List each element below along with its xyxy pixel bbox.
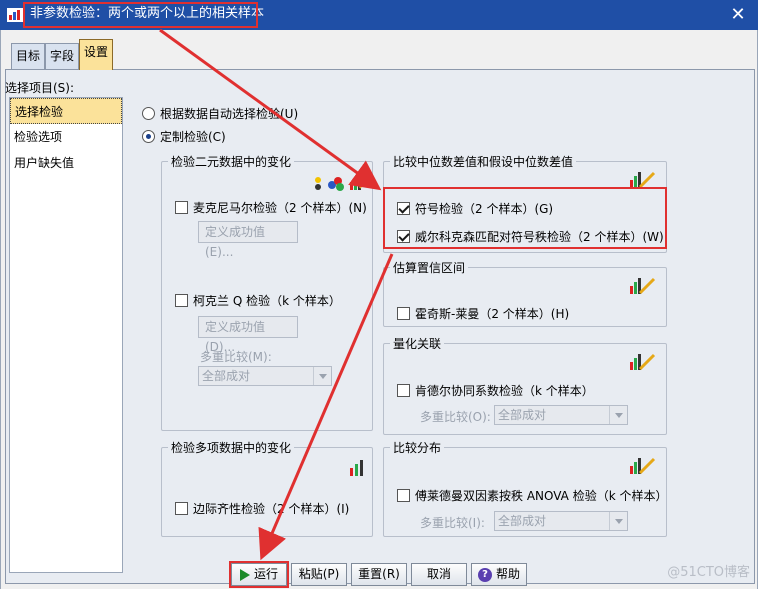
binary-multiple-select: 全部成对 — [198, 366, 332, 386]
friedman-label: 傅莱德曼双因素按秩 ANOVA 检验（k 个样本） — [415, 489, 668, 503]
cochran-define-button: 定义成功值(D)... — [198, 316, 298, 354]
group-confidence-title: 估算置信区间 — [390, 260, 469, 276]
kendall-row[interactable]: 肯德尔协同系数检验（k 个样本） — [397, 382, 594, 399]
cochran-row[interactable]: 柯克兰 Q 检验（k 个样本） — [175, 292, 341, 309]
group-median-title: 比较中位数差值和假设中位数差值 — [390, 154, 577, 170]
group-confidence: 估算置信区间 霍奇斯-莱曼（2 个样本）(H) — [383, 260, 667, 327]
friedman-row[interactable]: 傅莱德曼双因素按秩 ANOVA 检验（k 个样本） — [397, 487, 667, 504]
marginal-row[interactable]: 边际齐性检验（2 个样本）(I) — [175, 500, 349, 517]
radio-auto-row[interactable]: 根据数据自动选择检验(U) — [142, 105, 298, 121]
bar-chart-icon — [350, 460, 363, 476]
run-button-highlight-box — [229, 561, 289, 588]
binary-multiple-label: 多重比较(M): — [200, 350, 272, 364]
cochran-checkbox[interactable] — [175, 294, 188, 307]
distribution-multiple-select: 全部成对 — [494, 511, 628, 531]
chevron-down-icon — [313, 367, 331, 385]
hodges-label: 霍奇斯-莱曼（2 个样本）(H) — [415, 307, 570, 321]
mcnemar-define-button: 定义成功值(E)... — [198, 221, 298, 259]
group-multinomial-title: 检验多项数据中的变化 — [168, 440, 295, 456]
friedman-checkbox[interactable] — [397, 489, 410, 502]
binary-multiple-value: 全部成对 — [202, 369, 251, 383]
title-highlight-box — [23, 2, 258, 28]
help-icon: ? — [477, 567, 492, 582]
marginal-checkbox[interactable] — [175, 502, 188, 515]
association-multiple-select: 全部成对 — [494, 405, 628, 425]
distribution-multiple-value: 全部成对 — [498, 514, 547, 528]
mcnemar-checkbox[interactable] — [175, 201, 188, 214]
group-association-title: 量化关联 — [390, 336, 445, 352]
cancel-button[interactable]: 取消 — [411, 563, 467, 586]
mcnemar-row[interactable]: 麦克尼马尔检验（2 个样本）(N) — [175, 199, 367, 216]
tab-fields[interactable]: 字段 — [45, 43, 80, 69]
app-icon — [7, 8, 23, 22]
watermark: @51CTO博客 — [667, 565, 750, 580]
help-button[interactable]: ? 帮助 — [471, 563, 527, 586]
paste-button[interactable]: 粘贴(P) — [291, 563, 347, 586]
radio-auto[interactable] — [142, 106, 155, 120]
list-item-select-test[interactable]: 选择检验 — [10, 98, 122, 124]
group-binary-title: 检验二元数据中的变化 — [168, 154, 295, 170]
radio-custom-row[interactable]: 定制检验(C) — [142, 128, 226, 144]
group-association: 量化关联 肯德尔协同系数检验（k 个样本） 多重比较(O): 全部成对 — [383, 336, 667, 435]
radio-custom[interactable] — [142, 129, 155, 143]
list-item-user-missing[interactable]: 用户缺失值 — [10, 150, 122, 176]
select-items-label: 选择项目(S): — [5, 81, 75, 95]
bar-chart-ruler-icon — [630, 353, 656, 371]
mcnemar-label: 麦克尼马尔检验（2 个样本）(N) — [193, 201, 367, 215]
marginal-label: 边际齐性检验（2 个样本）(I) — [193, 502, 350, 516]
bar-chart-ruler-icon — [630, 457, 656, 475]
kendall-checkbox[interactable] — [397, 384, 410, 397]
bar-chart-ruler-icon — [630, 277, 656, 295]
association-multiple-value: 全部成对 — [498, 408, 547, 422]
cochran-label: 柯克兰 Q 检验（k 个样本） — [193, 294, 341, 308]
tab-target[interactable]: 目标 — [11, 43, 46, 69]
group-distribution-title: 比较分布 — [390, 440, 445, 456]
reset-button[interactable]: 重置(R) — [351, 563, 407, 586]
select-items-list: 选择检验 检验选项 用户缺失值 — [9, 97, 123, 573]
kendall-label: 肯德尔协同系数检验（k 个样本） — [415, 384, 594, 398]
multicolor-dots-icon — [315, 174, 368, 191]
group-binary: 检验二元数据中的变化 麦克尼马尔检验（2 个样本）(N) 定义成功值(E)...… — [161, 154, 373, 431]
dialog-body: 目标 字段 设置 选择项目(S): 选择检验 检验选项 用户缺失值 根据数据自动… — [0, 30, 758, 589]
list-item-test-options[interactable]: 检验选项 — [10, 124, 122, 150]
distribution-multiple-label: 多重比较(I): — [420, 516, 485, 530]
radio-auto-label: 根据数据自动选择检验(U) — [160, 106, 299, 121]
group-multinomial: 检验多项数据中的变化 边际齐性检验（2 个样本）(I) — [161, 440, 373, 537]
radio-custom-label: 定制检验(C) — [160, 129, 226, 144]
chevron-down-icon — [609, 512, 627, 530]
hodges-checkbox[interactable] — [397, 307, 410, 320]
checked-tests-highlight-box — [383, 187, 667, 249]
group-distribution: 比较分布 傅莱德曼双因素按秩 ANOVA 检验（k 个样本） 多重比较(I): … — [383, 440, 667, 537]
hodges-row[interactable]: 霍奇斯-莱曼（2 个样本）(H) — [397, 305, 569, 322]
help-button-label: 帮助 — [495, 567, 520, 581]
close-icon[interactable]: ✕ — [718, 0, 758, 30]
tab-settings[interactable]: 设置 — [79, 39, 114, 70]
association-multiple-label: 多重比较(O): — [420, 410, 491, 424]
chevron-down-icon — [609, 406, 627, 424]
